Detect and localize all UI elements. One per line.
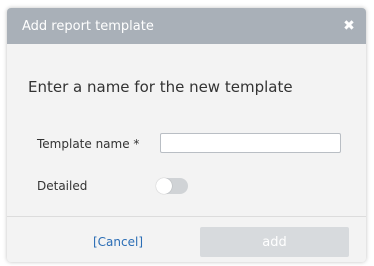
add-report-template-dialog: Add report template ✖ Enter a name for t… xyxy=(7,8,366,262)
footer-divider xyxy=(7,216,366,217)
cancel-link[interactable]: [Cancel] xyxy=(93,235,143,249)
toggle-knob xyxy=(156,178,172,194)
add-button[interactable]: add xyxy=(200,227,349,257)
dialog-prompt: Enter a name for the new template xyxy=(28,78,293,96)
detailed-toggle[interactable] xyxy=(156,178,188,194)
detailed-label: Detailed xyxy=(37,179,88,193)
dialog-titlebar: Add report template ✖ xyxy=(7,8,366,44)
dialog-title: Add report template xyxy=(22,18,154,34)
template-name-label: Template name * xyxy=(37,137,140,151)
template-name-input[interactable] xyxy=(160,133,341,153)
close-icon[interactable]: ✖ xyxy=(342,18,356,34)
